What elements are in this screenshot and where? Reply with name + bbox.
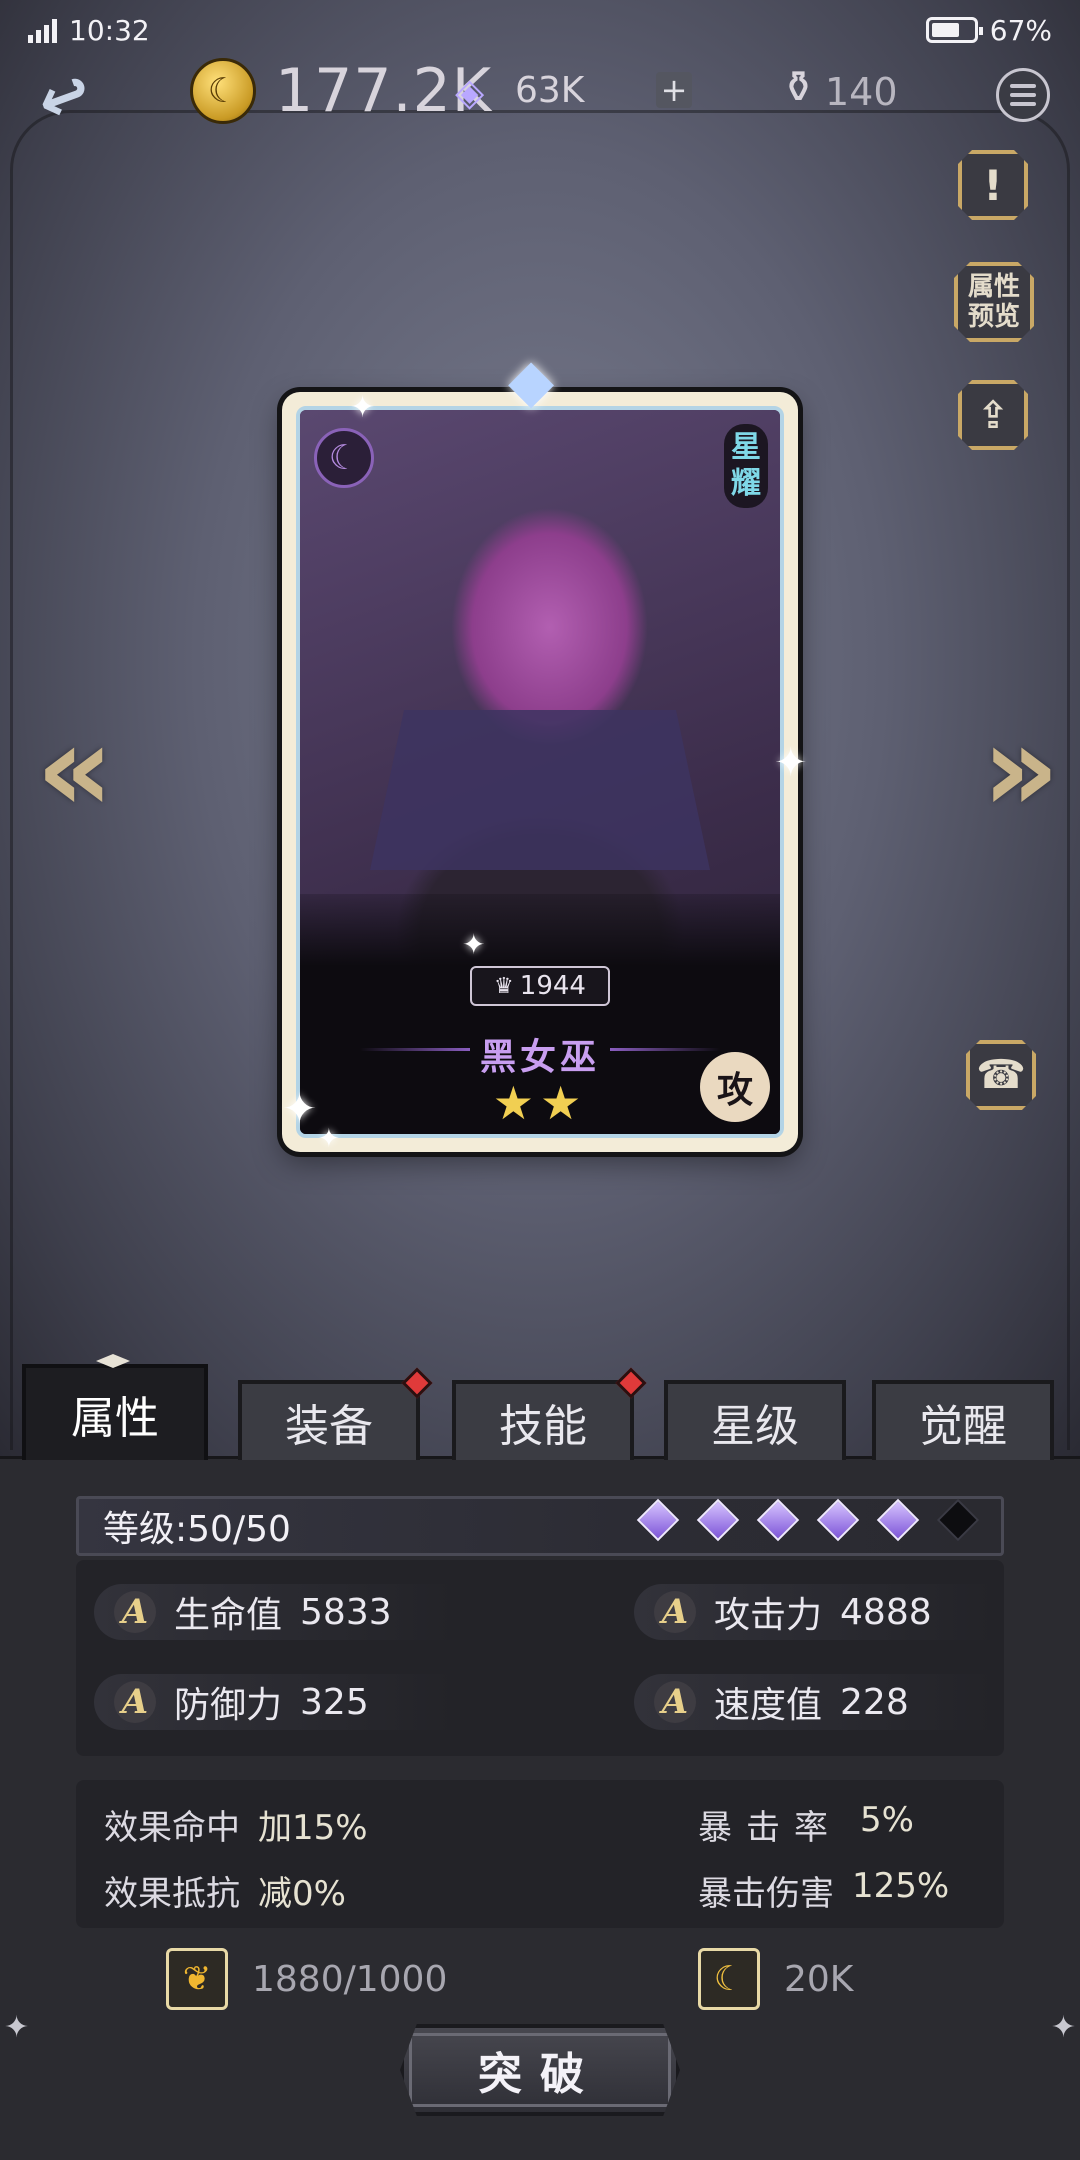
- ink-icon: ⚱: [780, 62, 817, 113]
- contact-button[interactable]: ☎: [966, 1040, 1036, 1110]
- corner-ornament-icon: ✦: [1050, 2010, 1076, 2045]
- effect-value: 加15%: [258, 1808, 368, 1848]
- level-row: 等级:50/50: [76, 1496, 1004, 1556]
- menu-button[interactable]: [996, 68, 1050, 122]
- info-button[interactable]: !: [958, 150, 1028, 220]
- level-text: 等级:50/50: [103, 1509, 291, 1550]
- level-gem-empty-icon: [936, 1498, 980, 1542]
- resource-bar: ↩ ☾ 177.2K ◈ 63K + ⚱ 140: [0, 50, 1080, 140]
- effect-crit-damage: 暴击伤害 125%: [698, 1866, 949, 1915]
- tab-skills[interactable]: 技能: [452, 1367, 647, 1460]
- material-cost: ❦ 1880/1000: [166, 1948, 447, 2010]
- back-arrow-icon: ↩: [27, 52, 101, 140]
- stat-label: 生命值: [174, 1595, 283, 1636]
- share-button[interactable]: ⇪: [958, 380, 1028, 450]
- effect-hit: 效果命中 加15%: [104, 1800, 368, 1849]
- tab-star-level[interactable]: 星级: [664, 1380, 846, 1460]
- level-gem-filled-icon: [876, 1498, 920, 1542]
- level-gems: [636, 1498, 980, 1542]
- effect-resist: 效果抵抗 减0%: [104, 1866, 346, 1915]
- signal-icon: [28, 17, 57, 43]
- grade-a-icon: A: [114, 1681, 156, 1723]
- level-gem-filled-icon: [696, 1498, 740, 1542]
- sparkle-icon: ✦: [350, 390, 376, 425]
- grade-a-icon: A: [114, 1591, 156, 1633]
- gold-cost-amount: 20K: [784, 1958, 854, 2000]
- tab-label: 技能: [499, 1401, 587, 1452]
- level-gem-filled-icon: [636, 1498, 680, 1542]
- gem-icon: ◈: [455, 70, 485, 114]
- stat-defense: A 防御力 325: [94, 1674, 454, 1730]
- gold-coin-icon: ☾: [190, 58, 256, 124]
- power-box: ♛ 1944: [470, 966, 610, 1006]
- next-hero-button[interactable]: »: [982, 700, 1060, 839]
- stat-label: 攻击力: [714, 1595, 823, 1636]
- breakthrough-label: 突破: [478, 2049, 602, 2100]
- tab-label: 星级: [711, 1401, 799, 1452]
- attribute-preview-button[interactable]: 属性 预览: [954, 262, 1034, 342]
- battery-icon: [925, 17, 983, 43]
- effect-label: 效果抵抗: [104, 1874, 240, 1914]
- add-gems-button[interactable]: +: [656, 72, 692, 108]
- tab-label: 装备: [285, 1401, 373, 1452]
- effect-value: 减0%: [258, 1874, 346, 1914]
- tab-equipment[interactable]: 装备: [238, 1367, 433, 1460]
- status-time: 10:32: [69, 13, 150, 47]
- sparkle-icon: ✦: [282, 1084, 318, 1133]
- hero-power: 1944: [519, 971, 586, 1001]
- effect-label: 暴击伤害: [698, 1874, 834, 1914]
- breakthrough-button[interactable]: 突破: [400, 2024, 680, 2116]
- moon-icon: ☾: [314, 428, 374, 488]
- effect-crit-rate: 暴击率 5%: [698, 1800, 914, 1849]
- stat-speed: A 速度值 228: [634, 1674, 994, 1730]
- effect-value: 5%: [860, 1800, 914, 1840]
- gem-amount: 63K: [515, 70, 585, 111]
- ink-amount: 140: [825, 70, 898, 114]
- faction-badge: 星耀: [724, 424, 768, 508]
- attribute-preview-label: 属性 预览: [967, 272, 1020, 332]
- effect-label: 效果命中: [104, 1808, 240, 1848]
- sparkle-icon: ✦: [462, 928, 486, 961]
- grade-a-icon: A: [654, 1681, 696, 1723]
- corner-ornament-icon: ✦: [4, 2010, 30, 2045]
- role-badge: 攻: [700, 1052, 770, 1122]
- effect-label: 暴击率: [698, 1808, 842, 1848]
- crystal-icon: ◆: [508, 346, 555, 416]
- grade-a-icon: A: [654, 1591, 696, 1633]
- stat-hp: A 生命值 5833: [94, 1584, 454, 1640]
- stat-value: 5833: [300, 1591, 392, 1633]
- hero-card[interactable]: ☾ 星耀 ♛ 1944 黑女巫 ★★ 攻: [282, 392, 798, 1152]
- stat-value: 4888: [840, 1591, 932, 1633]
- hero-cloak-art: [370, 710, 710, 870]
- prev-hero-button[interactable]: «: [36, 700, 114, 839]
- tab-attributes[interactable]: 属性: [22, 1354, 208, 1460]
- telephone-icon: ☎: [976, 1052, 1026, 1098]
- sparkle-icon: ✦: [318, 1124, 340, 1154]
- sparkle-icon: ✦: [774, 740, 808, 786]
- tab-label: 属性: [71, 1393, 159, 1444]
- effect-value: 125%: [852, 1866, 950, 1906]
- material-icon: ❦: [166, 1948, 228, 2010]
- stat-label: 防御力: [174, 1685, 283, 1726]
- material-amount: 1880/1000: [252, 1958, 448, 2000]
- share-icon: ⇪: [977, 393, 1009, 437]
- stat-attack: A 攻击力 4888: [634, 1584, 994, 1640]
- level-gem-filled-icon: [816, 1498, 860, 1542]
- level-gem-filled-icon: [756, 1498, 800, 1542]
- gold-coin-icon: ☾: [698, 1948, 760, 2010]
- crown-icon: ♛: [494, 973, 514, 999]
- gold-cost: ☾ 20K: [698, 1948, 853, 2010]
- tab-awakening[interactable]: 觉醒: [872, 1380, 1054, 1460]
- exclamation-icon: !: [983, 160, 1003, 210]
- tab-label: 觉醒: [919, 1401, 1007, 1452]
- stat-value: 228: [840, 1681, 909, 1723]
- stat-value: 325: [300, 1681, 369, 1723]
- back-button[interactable]: ↩: [18, 50, 110, 142]
- stat-label: 速度值: [714, 1685, 823, 1726]
- battery-percent: 67%: [989, 13, 1052, 47]
